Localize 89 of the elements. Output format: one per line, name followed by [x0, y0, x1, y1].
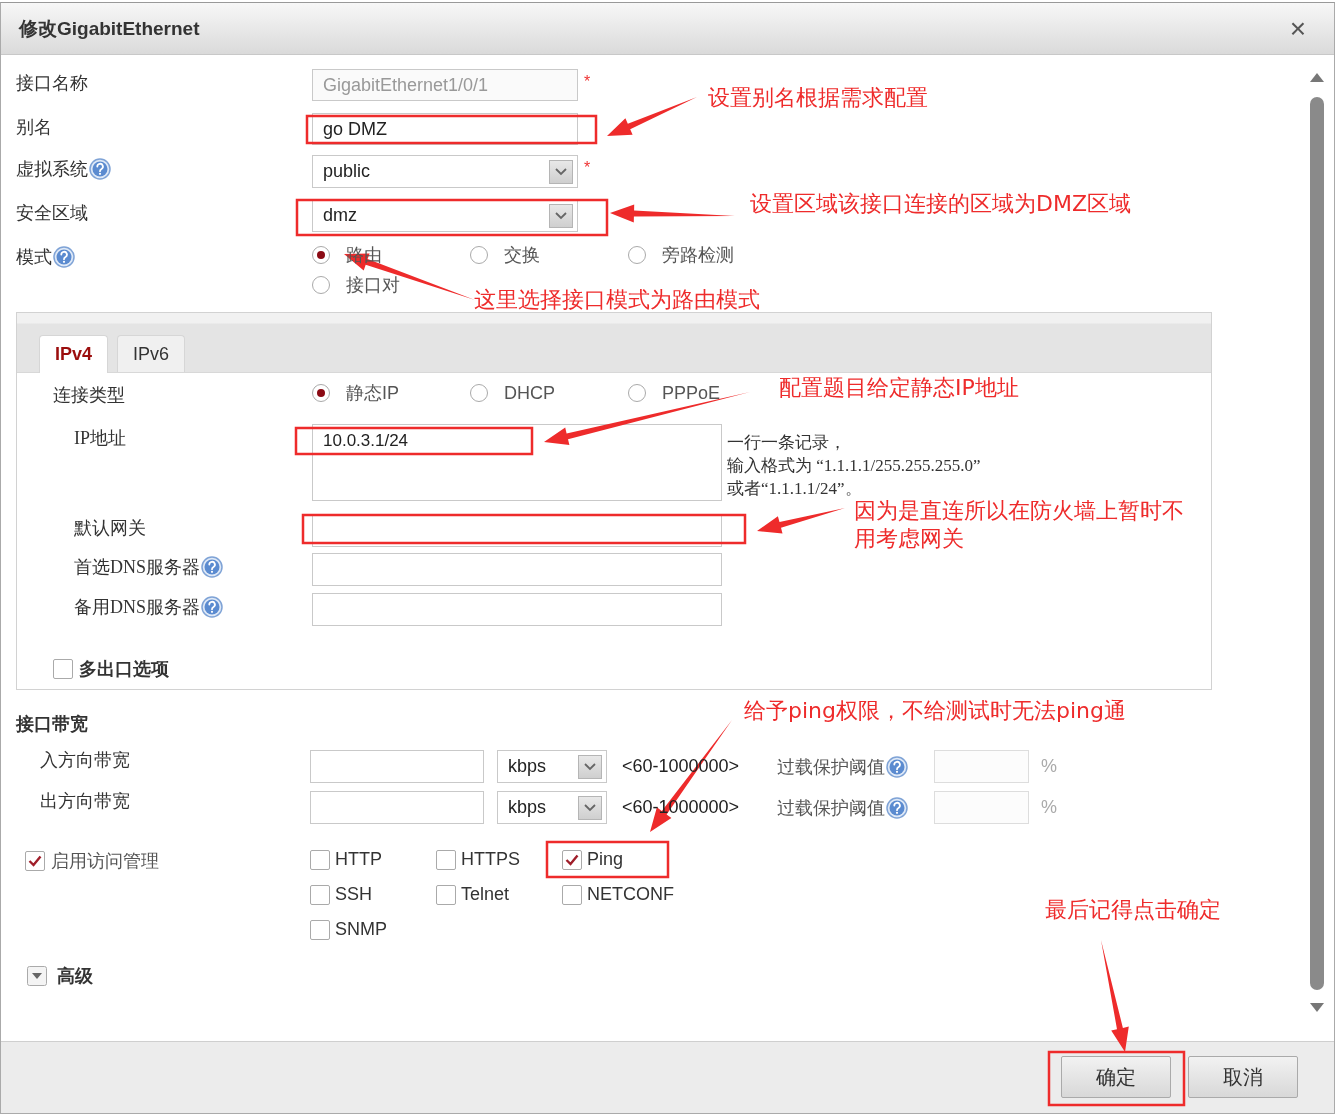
checkbox-label: Ping: [587, 849, 624, 870]
input-field[interactable]: [312, 593, 722, 626]
checkbox[interactable]: [25, 851, 45, 871]
field-label: 默认网关: [74, 517, 146, 540]
field-label: 连接类型: [53, 384, 125, 407]
field-label: 虚拟系统: [16, 158, 88, 181]
field-label: 过载保护阈值: [777, 755, 885, 779]
field-label: 首选DNS服务器: [74, 556, 200, 579]
dropdown[interactable]: kbps: [497, 791, 607, 824]
dialog-button[interactable]: 取消: [1188, 1056, 1298, 1098]
checkbox-label: SNMP: [335, 919, 387, 940]
radio-button[interactable]: [312, 246, 330, 264]
option-label: 旁路检测: [662, 244, 734, 267]
input-field[interactable]: [310, 750, 484, 783]
hint-text: 输入格式为 “1.1.1.1/255.255.255.0”: [727, 455, 981, 477]
dropdown[interactable]: kbps: [497, 750, 607, 783]
checkbox-label: NETCONF: [587, 884, 674, 905]
radio-button[interactable]: [628, 246, 646, 264]
radio-button[interactable]: [628, 384, 646, 402]
option-label: 交换: [504, 244, 540, 267]
checkbox[interactable]: [53, 659, 73, 679]
help-icon[interactable]: [886, 755, 908, 778]
tab[interactable]: IPv4: [39, 335, 109, 373]
field-label: 别名: [16, 116, 52, 139]
checkbox[interactable]: [562, 884, 582, 905]
section-title: 高级: [57, 965, 93, 988]
checkbox-label: HTTPS: [461, 849, 520, 870]
annotation-text: 配置题目给定静态IP地址: [779, 374, 1019, 402]
field-label: IP地址: [74, 427, 126, 450]
required-mark: *: [584, 73, 591, 91]
expand-icon[interactable]: [27, 966, 47, 986]
dropdown[interactable]: dmz: [312, 199, 578, 232]
tab[interactable]: IPv6: [117, 335, 186, 372]
field-label: 模式: [16, 246, 52, 269]
input-field[interactable]: [934, 791, 1029, 824]
annotation-text: 最后记得点击确定: [1045, 896, 1221, 924]
checkbox-label: Telnet: [461, 884, 510, 905]
checkbox[interactable]: [562, 849, 582, 870]
input-field[interactable]: [312, 553, 722, 586]
radio-button[interactable]: [312, 276, 330, 294]
option-label: 接口对: [346, 274, 400, 297]
field-label: 备用DNS服务器: [74, 596, 200, 619]
checkbox[interactable]: [436, 884, 456, 905]
hint-text: 或者“1.1.1.1/24”。: [727, 478, 863, 500]
close-button[interactable]: ×: [1289, 14, 1306, 43]
help-icon[interactable]: [886, 796, 908, 819]
field-label: 过载保护阈值: [777, 796, 885, 820]
annotation-text: 设置区域该接口连接的区域为DMZ区域: [750, 190, 1131, 218]
annotation-text: 因为是直连所以在防火墙上暂时不用考虑网关: [854, 497, 1184, 553]
annotation-text: 这里选择接口模式为路由模式: [474, 286, 760, 314]
radio-button[interactable]: [312, 384, 330, 402]
checkbox[interactable]: [310, 919, 330, 940]
required-mark: *: [584, 159, 591, 177]
chevron-down-icon: [584, 803, 596, 812]
help-icon[interactable]: [201, 596, 223, 618]
radio-button[interactable]: [470, 384, 488, 402]
checkbox[interactable]: [310, 884, 330, 905]
dialog-button[interactable]: 确定: [1061, 1056, 1171, 1098]
unit-label: %: [1041, 797, 1057, 818]
text-area[interactable]: 10.0.3.1/24: [312, 424, 722, 501]
checkbox-label: HTTP: [335, 849, 382, 870]
unit-label: %: [1041, 756, 1057, 777]
checkbox-label: SSH: [335, 884, 372, 905]
field-label: 出方向带宽: [40, 790, 130, 813]
checkbox-label: 启用访问管理: [51, 850, 159, 873]
field-label: 入方向带宽: [40, 749, 130, 772]
help-icon[interactable]: [89, 158, 111, 180]
annotation-text: 设置别名根据需求配置: [708, 84, 928, 112]
window-title: 修改GigabitEthernet: [19, 16, 200, 41]
section-title: 接口带宽: [16, 713, 88, 736]
checkbox-label: 多出口选项: [79, 658, 169, 681]
help-icon[interactable]: [201, 556, 223, 578]
option-label: 静态IP: [346, 382, 399, 405]
input-field[interactable]: [934, 750, 1029, 783]
option-label: PPPoE: [662, 382, 721, 404]
checkbox[interactable]: [436, 849, 456, 870]
dropdown[interactable]: public: [312, 155, 578, 188]
help-icon[interactable]: [53, 246, 75, 268]
annotation-text: 给予ping权限，不给测试时无法ping通: [744, 697, 1126, 725]
field-label: 接口名称: [16, 72, 88, 95]
option-label: DHCP: [504, 382, 555, 404]
chevron-down-icon: [584, 762, 596, 771]
chevron-down-icon: [555, 167, 567, 176]
field-label: 安全区域: [16, 202, 88, 225]
checkbox[interactable]: [310, 849, 330, 870]
radio-button[interactable]: [470, 246, 488, 264]
input-field[interactable]: [310, 791, 484, 824]
chevron-down-icon: [555, 211, 567, 220]
hint-text: 一行一条记录，: [727, 432, 847, 454]
